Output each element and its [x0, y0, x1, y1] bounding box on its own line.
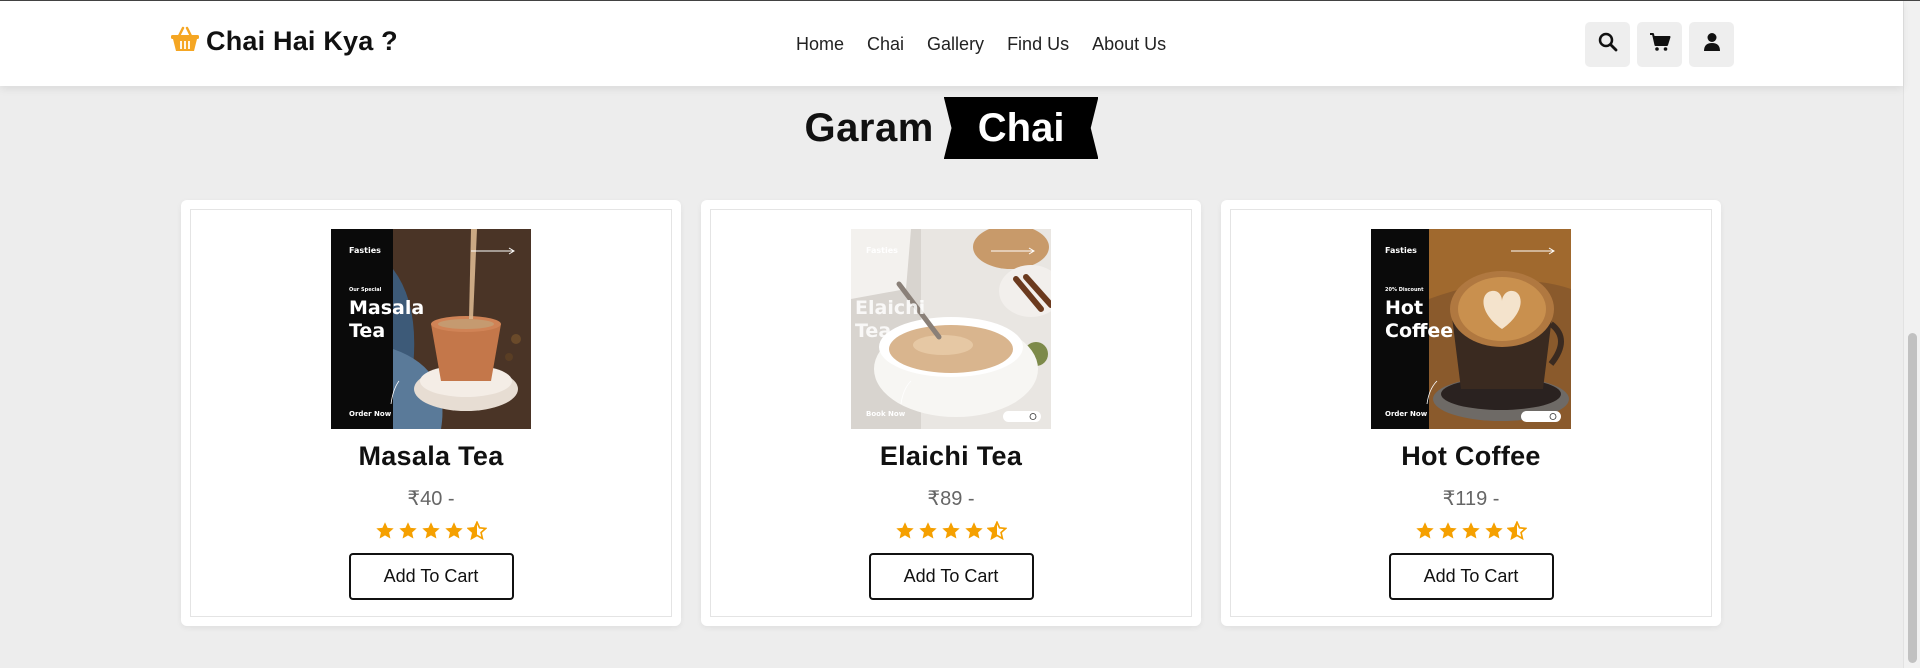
- scrollbar-thumb[interactable]: [1908, 333, 1917, 663]
- star-half-icon: [1507, 521, 1527, 541]
- product-image-masala-tea: Fasties Our Special Masala Tea Order Now: [331, 229, 531, 429]
- image-tag: Our Special: [349, 287, 382, 293]
- product-price: ₹40 -: [407, 488, 455, 510]
- add-to-cart-button[interactable]: Add To Cart: [348, 553, 514, 600]
- image-tag: 20% Discount: [1385, 287, 1424, 293]
- star-full-icon: [445, 522, 463, 539]
- image-brand: Fasties: [1385, 246, 1417, 255]
- image-title-line1: Elaichi: [855, 297, 926, 319]
- user-icon: [1703, 32, 1721, 57]
- star-full-icon: [1439, 522, 1457, 539]
- star-full-icon: [896, 522, 914, 539]
- product-price: ₹119 -: [1442, 488, 1500, 510]
- star-half-icon: [987, 521, 1007, 541]
- site-header: Chai Hai Kya ? Home Chai Gallery Find Us…: [0, 1, 1903, 86]
- image-title-line2: Tea: [855, 320, 892, 342]
- section-heading: Garam Chai: [0, 97, 1903, 159]
- product-card: Fasties 20% Discount Hot Coffee Order No…: [1221, 200, 1721, 626]
- nav-find-us[interactable]: Find Us: [1007, 34, 1069, 55]
- main-nav: Home Chai Gallery Find Us About Us: [796, 34, 1166, 55]
- product-name: Elaichi Tea: [879, 441, 1023, 471]
- star-full-icon: [942, 522, 960, 539]
- image-brand: Fasties: [349, 246, 381, 255]
- star-full-icon: [376, 522, 394, 539]
- product-price: ₹89 -: [927, 488, 975, 510]
- brand-name: Chai Hai Kya ?: [206, 26, 398, 56]
- brand-logo[interactable]: Chai Hai Kya ?: [170, 25, 398, 58]
- nav-home[interactable]: Home: [796, 34, 844, 55]
- search-button[interactable]: [1585, 22, 1630, 67]
- image-cta: Book Now: [866, 410, 906, 418]
- nav-chai[interactable]: Chai: [867, 34, 904, 55]
- star-half-icon: [467, 521, 487, 541]
- image-brand: Fasties: [866, 246, 898, 255]
- product-name: Masala Tea: [358, 441, 504, 471]
- star-rating: [895, 521, 1007, 541]
- star-full-icon: [422, 522, 440, 539]
- star-full-icon: [1485, 522, 1503, 539]
- add-to-cart-button[interactable]: Add To Cart: [1388, 553, 1554, 600]
- nav-gallery[interactable]: Gallery: [927, 34, 984, 55]
- image-cta: Order Now: [1385, 410, 1428, 418]
- image-title-line1: Hot: [1385, 297, 1424, 319]
- product-grid: Fasties Our Special Masala Tea Order Now…: [181, 200, 1721, 626]
- product-card: Fasties Elaichi Tea Book Now Elaichi Tea…: [701, 200, 1201, 626]
- star-rating: [375, 521, 487, 541]
- account-button[interactable]: [1689, 22, 1734, 67]
- star-full-icon: [1462, 522, 1480, 539]
- heading-word: Garam: [804, 105, 934, 150]
- header-actions: [1585, 22, 1734, 67]
- image-cta: Order Now: [349, 410, 392, 418]
- product-card: Fasties Our Special Masala Tea Order Now…: [181, 200, 681, 626]
- page-scrollbar[interactable]: [1903, 1, 1920, 668]
- image-title-line2: Tea: [349, 320, 386, 342]
- star-full-icon: [399, 522, 417, 539]
- cart-icon: [1649, 32, 1671, 57]
- star-full-icon: [919, 522, 937, 539]
- image-title-line1: Masala: [349, 297, 425, 319]
- star-full-icon: [965, 522, 983, 539]
- basket-icon: [170, 25, 200, 58]
- search-icon: [1598, 32, 1618, 57]
- nav-about-us[interactable]: About Us: [1092, 34, 1166, 55]
- add-to-cart-button[interactable]: Add To Cart: [868, 553, 1034, 600]
- star-rating: [1415, 521, 1527, 541]
- product-image-elaichi-tea: Fasties Elaichi Tea Book Now: [851, 229, 1051, 429]
- star-full-icon: [1416, 522, 1434, 539]
- heading-ribbon: Chai: [943, 97, 1099, 159]
- cart-button[interactable]: [1637, 22, 1682, 67]
- product-image-hot-coffee: Fasties 20% Discount Hot Coffee Order No…: [1371, 229, 1571, 429]
- image-title-line2: Coffee: [1385, 320, 1454, 342]
- product-name: Hot Coffee: [1401, 441, 1541, 471]
